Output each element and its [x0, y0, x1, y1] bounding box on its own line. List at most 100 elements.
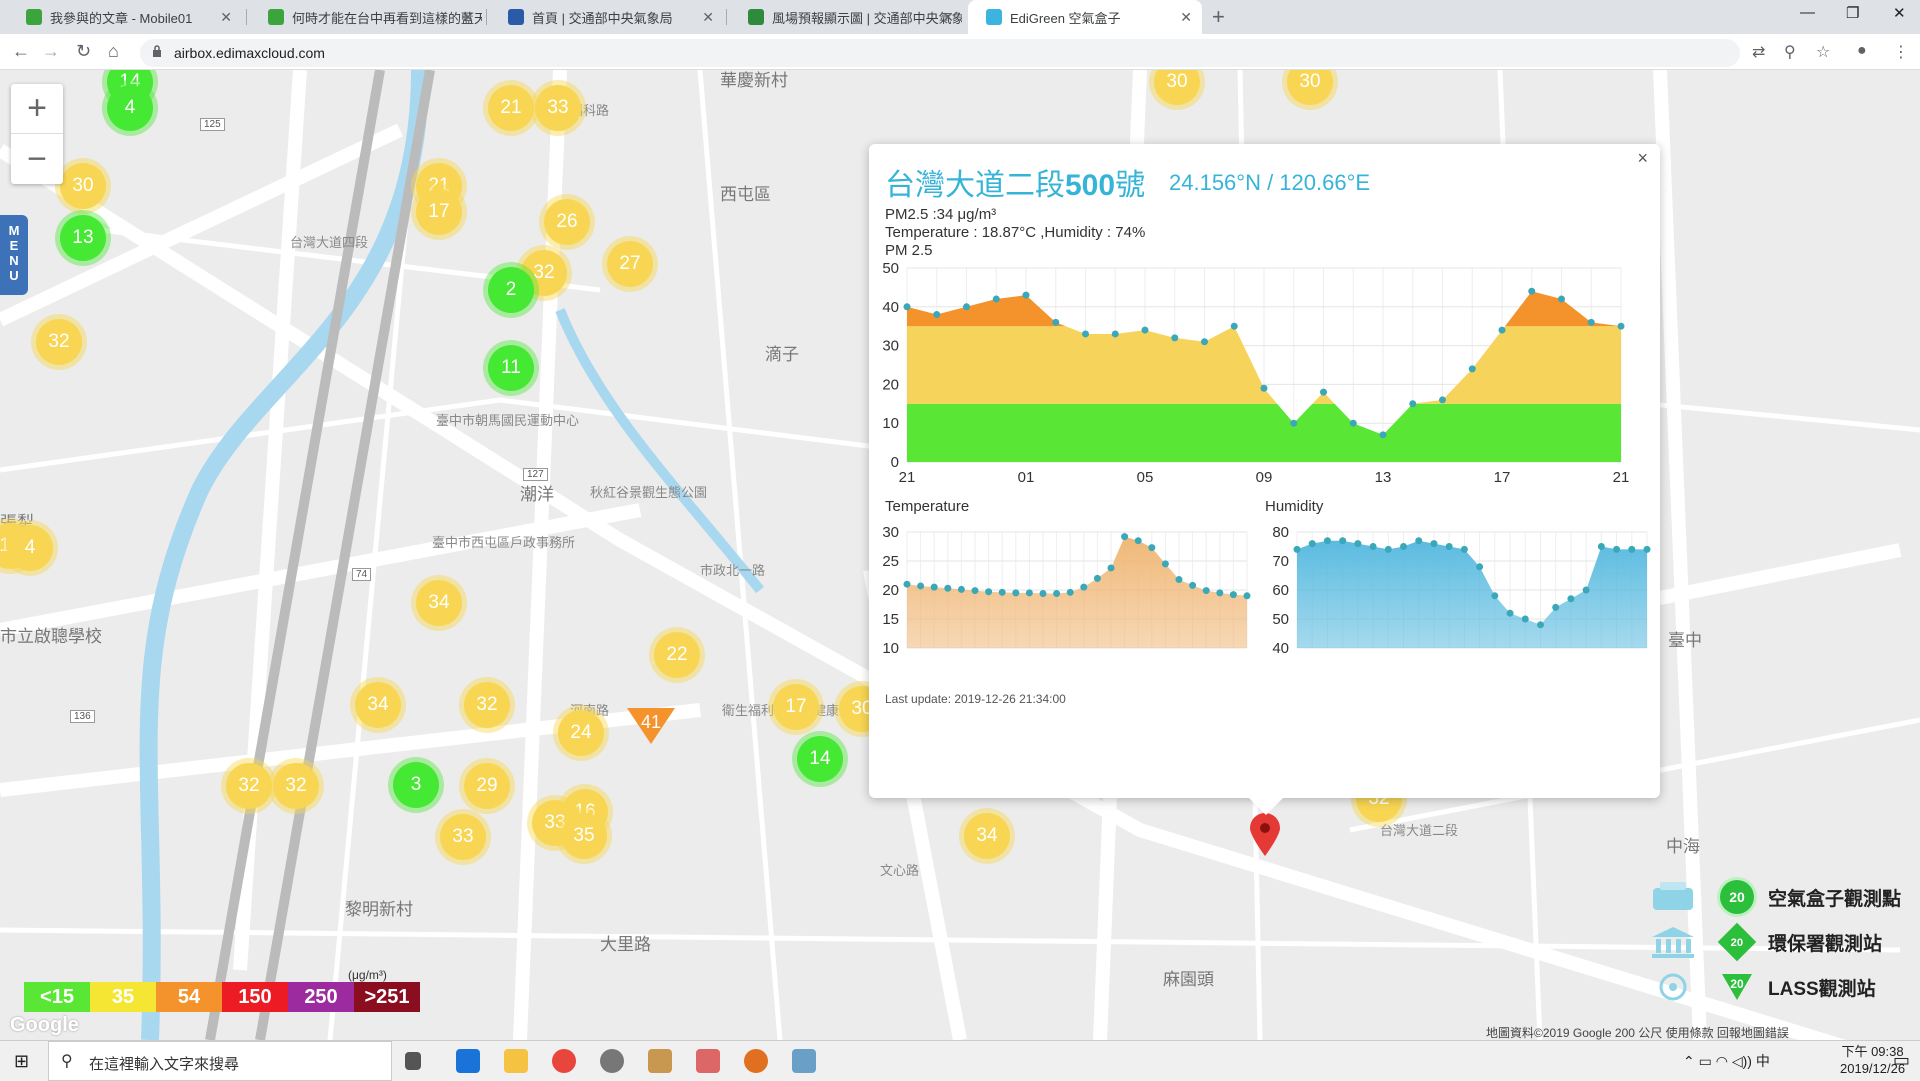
data-point — [1171, 334, 1179, 342]
home-icon[interactable]: ⌂ — [108, 41, 119, 62]
edge-icon[interactable] — [456, 1049, 480, 1073]
data-point — [985, 588, 993, 596]
airbox-marker[interactable]: 14 — [797, 736, 843, 782]
reload-icon[interactable]: ↻ — [76, 41, 91, 62]
data-point — [1468, 365, 1476, 373]
zoom-out-button[interactable]: − — [11, 134, 63, 184]
tab-3[interactable]: 風場預報顯示圖 | 交通部中央氣象局 ✕ — [730, 0, 964, 34]
back-icon[interactable]: ← — [12, 41, 30, 62]
pm25-band — [907, 403, 1621, 462]
more-menu-icon[interactable]: ⋮ — [1893, 42, 1909, 62]
airbox-marker[interactable]: 34 — [355, 682, 401, 728]
app-icon-4[interactable] — [744, 1049, 768, 1073]
system-tray-icons[interactable]: ⌃ ▭ ◠ ◁)) 中 — [1683, 1051, 1770, 1071]
tab-separator — [726, 9, 727, 25]
triangle-marker[interactable]: 41 — [625, 706, 677, 746]
maximize-button[interactable]: ❐ — [1846, 4, 1859, 22]
airbox-device-icon — [1653, 882, 1693, 910]
map-attribution[interactable]: 地圖資料©2019 Google 200 公尺 使用條款 回報地圖錯誤 — [1486, 1024, 1789, 1040]
airbox-marker[interactable]: 3 — [393, 762, 439, 808]
temperature-chart-title: Temperature — [885, 498, 970, 515]
tab-title: 首頁 | 交通部中央氣象局 — [532, 10, 673, 26]
airbox-marker[interactable]: 11 — [488, 345, 534, 391]
data-point — [1320, 388, 1327, 396]
x-tick-label: 05 — [1137, 469, 1154, 486]
app-icon-2[interactable] — [648, 1049, 672, 1073]
marker-key-airbox-badge: 20 — [1720, 880, 1754, 914]
tab-close-icon[interactable]: ✕ — [462, 9, 474, 26]
tab-0[interactable]: 我參與的文章 - Mobile01 ✕ — [8, 0, 242, 34]
tab-4[interactable]: EdiGreen 空氣盒子 ✕ — [968, 0, 1202, 34]
y-tick-label: 10 — [882, 415, 899, 432]
data-point — [933, 311, 941, 319]
data-point — [1628, 545, 1636, 553]
airbox-marker[interactable]: 34 — [964, 813, 1010, 859]
airbox-marker[interactable]: 22 — [654, 632, 700, 678]
map-view[interactable]: 華慶新村 西屯區 滴子 潮洋 秋紅谷景觀生態公園 臺中市朝馬國民運動中心 臺中市西屯區戶政事… — [0, 70, 1920, 1040]
airbox-marker[interactable]: 27 — [607, 241, 653, 287]
airbox-marker[interactable]: 4 — [107, 85, 153, 131]
data-point — [1202, 587, 1210, 595]
tab-close-icon[interactable]: ✕ — [220, 9, 232, 26]
airbox-marker[interactable]: 17 — [416, 189, 462, 235]
map-place-label: 潮洋 — [520, 485, 554, 504]
location-pin-icon[interactable] — [1248, 812, 1282, 858]
zoom-icon[interactable]: ⚲ — [1784, 42, 1796, 62]
map-road-label: 市政北一路 — [700, 563, 766, 578]
y-tick-label: 30 — [882, 524, 899, 541]
popup-close-button[interactable]: × — [1637, 148, 1648, 169]
airbox-marker[interactable]: 34 — [416, 580, 462, 626]
notification-icon[interactable]: ▭ — [1893, 1050, 1910, 1071]
airbox-marker[interactable]: 32 — [226, 763, 272, 809]
tab-close-icon[interactable]: ✕ — [942, 9, 954, 26]
windows-start-icon[interactable]: ⊞ — [14, 1051, 29, 1072]
file-explorer-icon[interactable] — [504, 1049, 528, 1073]
taskbar-search[interactable]: ⚲ 在這裡輸入文字來搜尋 — [48, 1041, 392, 1081]
airbox-marker[interactable]: 2 — [488, 267, 534, 313]
x-tick-label: 01 — [1018, 469, 1035, 486]
app-icon-1[interactable] — [600, 1049, 624, 1073]
app-icon-3[interactable] — [696, 1049, 720, 1073]
minimize-button[interactable]: — — [1800, 4, 1815, 21]
tab-close-icon[interactable]: ✕ — [702, 9, 714, 26]
legend-swatch: >251 — [354, 982, 420, 1012]
airbox-marker[interactable]: 4 — [7, 525, 53, 571]
airbox-marker[interactable]: 17 — [773, 684, 819, 730]
address-bar[interactable]: airbox.edimaxcloud.com — [140, 39, 1740, 67]
map-place-label: 滴子 — [765, 345, 799, 364]
profile-icon[interactable]: ● — [1857, 42, 1867, 60]
airbox-marker[interactable]: 21 — [488, 85, 534, 131]
data-point — [944, 584, 952, 592]
airbox-marker[interactable]: 32 — [273, 763, 319, 809]
tab-close-icon[interactable]: ✕ — [1180, 9, 1192, 26]
marker-key-epa-value: 20 — [1730, 935, 1744, 949]
airbox-marker[interactable]: 35 — [561, 813, 607, 859]
tab-1[interactable]: 何時才能在台中再看到這樣的藍天 ✕ — [250, 0, 484, 34]
airbox-marker[interactable]: 30 — [60, 163, 106, 209]
airbox-marker[interactable]: 29 — [464, 763, 510, 809]
close-window-button[interactable]: ✕ — [1893, 4, 1906, 22]
app-icon-5[interactable] — [792, 1049, 816, 1073]
menu-button[interactable]: MENU — [0, 215, 28, 295]
airbox-marker[interactable]: 33 — [440, 814, 486, 860]
bookmark-star-icon[interactable]: ☆ — [1816, 42, 1830, 62]
task-view-icon[interactable] — [405, 1052, 421, 1070]
airbox-marker[interactable]: 33 — [535, 85, 581, 131]
data-point — [1111, 330, 1119, 338]
government-building-icon — [1652, 927, 1694, 958]
zoom-in-button[interactable]: + — [11, 84, 63, 134]
forward-icon[interactable]: → — [42, 41, 60, 62]
data-point — [1491, 592, 1499, 600]
airbox-marker[interactable]: 32 — [36, 319, 82, 365]
zoom-control: + − — [11, 84, 63, 184]
airbox-marker[interactable]: 32 — [464, 682, 510, 728]
translate-icon[interactable]: ⇄ — [1752, 42, 1765, 62]
airbox-marker[interactable]: 24 — [558, 710, 604, 756]
popup-coordinates: 24.156°N / 120.66°E — [1169, 170, 1371, 195]
chrome-icon[interactable] — [552, 1049, 576, 1073]
new-tab-button[interactable]: + — [1212, 4, 1225, 30]
tab-2[interactable]: 首頁 | 交通部中央氣象局 ✕ — [490, 0, 724, 34]
taskbar: ⊞ ⚲ 在這裡輸入文字來搜尋 ⌃ ▭ ◠ ◁)) 中 下午 09:38 2019/… — [0, 1040, 1920, 1081]
airbox-marker[interactable]: 26 — [544, 199, 590, 245]
airbox-marker[interactable]: 13 — [60, 215, 106, 261]
